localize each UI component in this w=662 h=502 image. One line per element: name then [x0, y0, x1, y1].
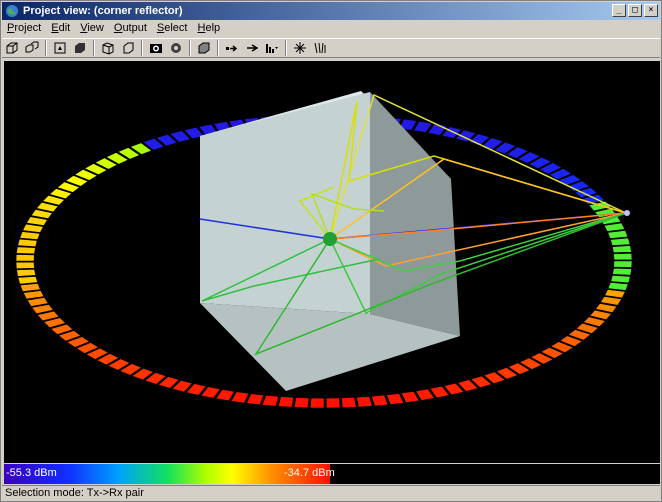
menu-view[interactable]: View	[75, 21, 109, 37]
top-view-icon	[54, 42, 66, 54]
menu-edit[interactable]: Edit	[46, 21, 75, 37]
ring-segment[interactable]	[293, 397, 310, 409]
menu-select[interactable]: Select	[152, 21, 193, 37]
ring-segment[interactable]	[610, 274, 631, 284]
cube-outline-icon	[6, 42, 18, 54]
starburst-icon	[294, 42, 306, 54]
plot-dropdown-button[interactable]	[262, 39, 282, 57]
project-view-window: Project view: (corner reflector) _ □ × P…	[0, 0, 662, 502]
status-bar: Selection mode: Tx->Rx pair	[2, 485, 660, 501]
camera-icon	[150, 44, 162, 53]
view-top-button[interactable]	[50, 39, 70, 57]
ring-segment[interactable]	[22, 223, 44, 233]
menu-bar: Project Edit View Output Select Help	[2, 21, 660, 37]
menu-help[interactable]: Help	[193, 21, 226, 37]
ring-segment[interactable]	[613, 252, 633, 261]
view-wire-button[interactable]	[118, 39, 138, 57]
sparkle-button[interactable]	[290, 39, 310, 57]
rays-button[interactable]	[242, 39, 262, 57]
ring-segment[interactable]	[386, 393, 405, 405]
view-front-button[interactable]	[2, 39, 22, 57]
view-multi-button[interactable]	[22, 39, 42, 57]
rays-icon	[247, 44, 259, 52]
ring-segment[interactable]	[16, 246, 36, 255]
window-title: Project view: (corner reflector)	[23, 5, 183, 17]
cubes-icon	[25, 41, 39, 53]
ring-segment[interactable]	[22, 290, 45, 300]
tx-rx-arrow-button[interactable]	[222, 39, 242, 57]
ring-segment[interactable]	[19, 283, 41, 292]
bar-chart-icon	[266, 44, 278, 53]
rotate-icon	[171, 43, 181, 53]
iso-cube-icon	[102, 42, 114, 55]
view-solid-button[interactable]	[70, 39, 90, 57]
ring-segment[interactable]	[371, 394, 389, 407]
ring-segment[interactable]	[230, 391, 250, 404]
color-legend: -55.3 dBm -34.7 dBm	[4, 464, 660, 484]
shade-button[interactable]	[194, 39, 214, 57]
title-bar[interactable]: Project view: (corner reflector) _ □ ×	[2, 2, 660, 20]
transmitter-point[interactable]	[323, 232, 337, 246]
scene-canvas[interactable]	[4, 61, 660, 463]
ring-segment[interactable]	[356, 396, 373, 408]
menu-output[interactable]: Output	[109, 21, 152, 37]
3d-viewport[interactable]	[4, 61, 660, 463]
wire-cube-icon	[123, 42, 134, 54]
ring-segment[interactable]	[16, 268, 36, 277]
shaded-box-icon	[198, 42, 210, 54]
rotate-button[interactable]	[166, 39, 186, 57]
ring-segment[interactable]	[613, 260, 633, 268]
ring-segment[interactable]	[612, 245, 632, 254]
ring-segment[interactable]	[277, 396, 295, 408]
camera-button[interactable]	[146, 39, 166, 57]
ring-segment[interactable]	[15, 261, 35, 270]
legend-min-label: -55.3 dBm	[6, 467, 57, 479]
ring-segment[interactable]	[309, 397, 325, 409]
toolbar	[2, 38, 660, 58]
legend-max-label: -34.7 dBm	[284, 467, 335, 479]
ring-segment[interactable]	[604, 289, 626, 299]
ring-segment[interactable]	[17, 238, 38, 248]
ring-segment[interactable]	[612, 267, 632, 276]
maximize-button[interactable]: □	[628, 4, 642, 17]
antenna-icon	[314, 42, 326, 54]
ring-segment[interactable]	[341, 396, 357, 409]
ring-segment[interactable]	[607, 230, 629, 239]
ring-segment[interactable]	[261, 394, 279, 407]
status-text: Selection mode: Tx->Rx pair	[5, 487, 144, 499]
receiver-point[interactable]	[624, 210, 630, 216]
ring-segment[interactable]	[603, 222, 626, 232]
ring-segment[interactable]	[246, 393, 265, 406]
app-globe-icon	[6, 5, 18, 17]
ring-segment[interactable]	[15, 254, 35, 262]
ring-segment[interactable]	[607, 282, 629, 291]
ring-segment[interactable]	[325, 397, 341, 409]
close-button[interactable]: ×	[644, 4, 658, 17]
ring-segment[interactable]	[17, 276, 38, 285]
ring-segment[interactable]	[19, 231, 41, 240]
ring-segment[interactable]	[400, 391, 420, 404]
minimize-button[interactable]: _	[612, 4, 626, 17]
arrow-right-icon	[226, 45, 238, 52]
ring-segment[interactable]	[610, 237, 631, 246]
view-iso-button[interactable]	[98, 39, 118, 57]
antenna-button[interactable]	[310, 39, 330, 57]
menu-project[interactable]: Project	[2, 21, 46, 37]
solid-cube-icon	[75, 43, 85, 53]
